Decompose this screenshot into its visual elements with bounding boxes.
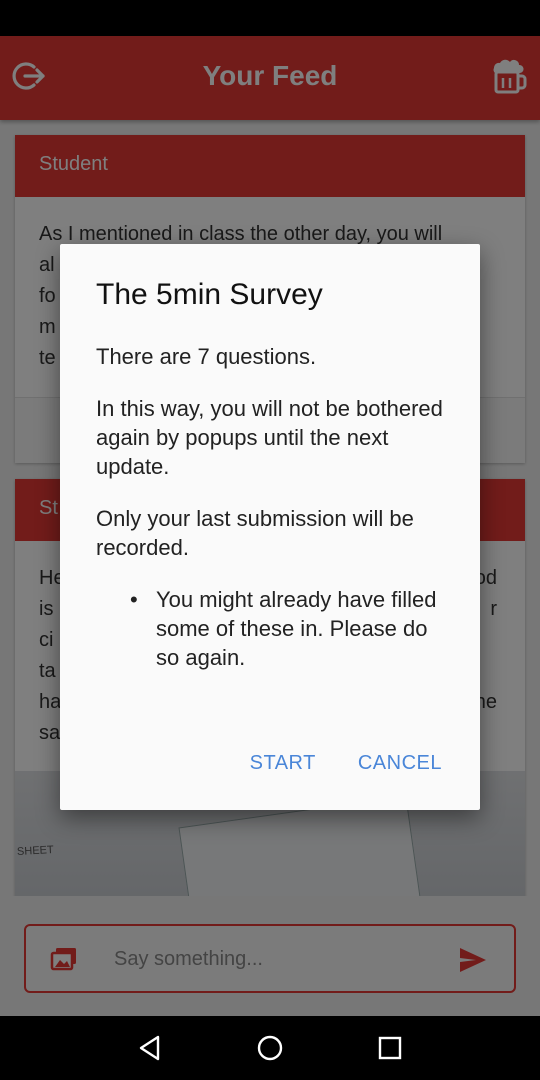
dialog-content: There are 7 questions. In this way, you … [96,342,452,672]
app-screen: Your Feed Student As I mentioned in clas… [0,36,540,1016]
survey-dialog: The 5min Survey There are 7 questions. I… [60,244,480,810]
dialog-bullet-text: You might already have filled some of th… [156,587,437,670]
dialog-bullet-item: • You might already have filled some of … [130,585,452,672]
dialog-paragraph: Only your last submission will be record… [96,506,414,560]
dialog-paragraph: In this way, you will not be bothered ag… [96,396,443,479]
dialog-title: The 5min Survey [96,278,323,311]
back-triangle-icon[interactable] [136,1034,164,1062]
start-button[interactable]: START [250,752,316,775]
dialog-actions: START CANCEL [250,752,442,775]
cancel-button[interactable]: CANCEL [358,752,442,775]
dialog-bullet-list: • You might already have filled some of … [96,585,452,672]
home-circle-icon[interactable] [256,1034,284,1062]
recents-square-icon[interactable] [376,1034,404,1062]
bullet-icon: • [130,587,138,612]
status-bar [0,0,540,36]
system-nav-bar [0,1016,540,1080]
dialog-paragraph: There are 7 questions. [96,344,317,369]
